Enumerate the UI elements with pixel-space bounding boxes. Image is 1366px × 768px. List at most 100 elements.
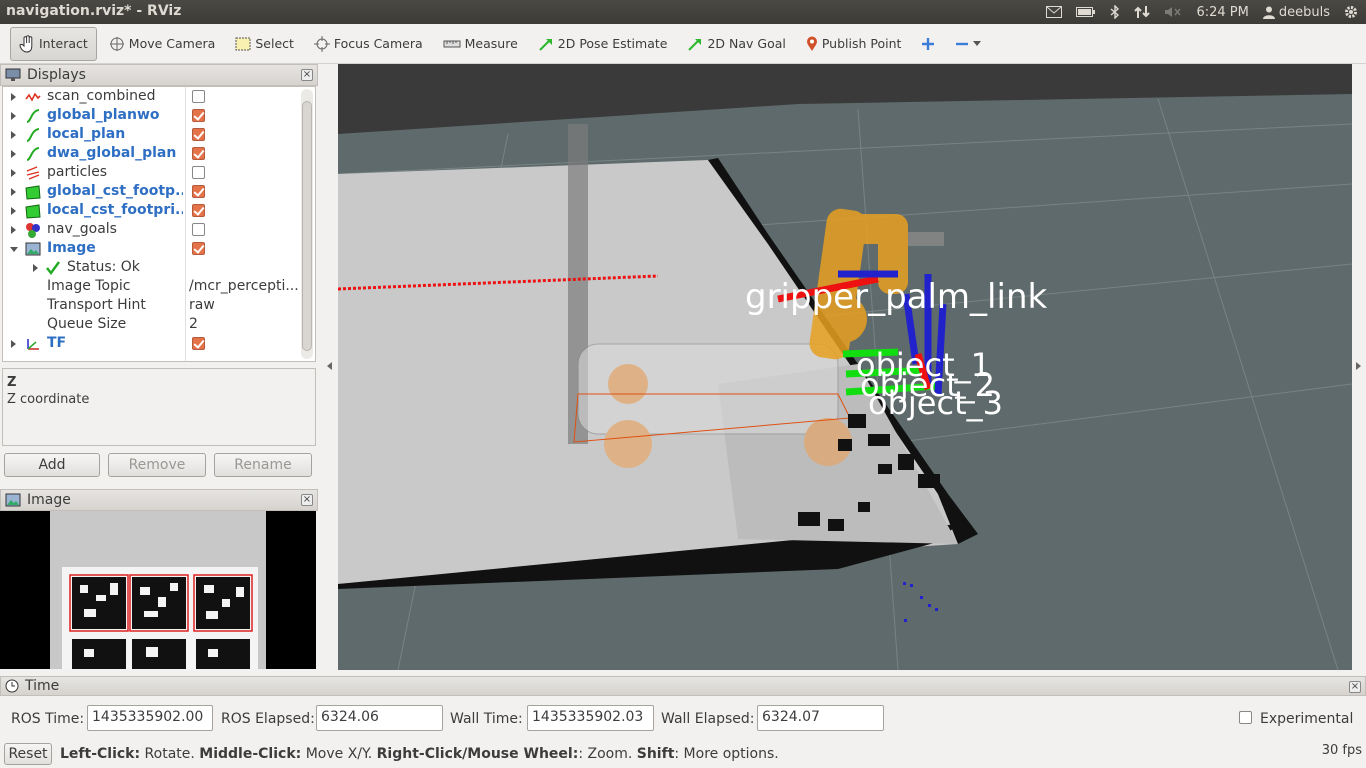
tree-row-tf[interactable]: TF xyxy=(3,334,301,353)
expand-arrow-icon[interactable] xyxy=(33,264,38,272)
tree-row-image-topic[interactable]: Image Topic /mcr_percepti... xyxy=(3,277,301,296)
measure-tool-button[interactable]: Measure xyxy=(435,27,526,61)
select-tool-button[interactable]: Select xyxy=(227,27,302,61)
display-checkbox[interactable] xyxy=(192,242,205,255)
focus-camera-icon xyxy=(313,35,330,52)
expand-arrow-icon[interactable] xyxy=(11,169,16,177)
tree-row-nav-goals[interactable]: nav_goals xyxy=(3,220,301,239)
collapse-arrow-icon[interactable] xyxy=(10,247,18,252)
hint-key: Right-Click/Mouse Wheel: xyxy=(376,746,579,762)
property-value[interactable]: /mcr_percepti... xyxy=(189,277,299,296)
wall-elapsed-field[interactable]: 6324.07 xyxy=(757,705,884,731)
expand-arrow-icon[interactable] xyxy=(11,207,16,215)
battery-icon[interactable] xyxy=(1076,6,1096,18)
expand-arrow-icon[interactable] xyxy=(11,188,16,196)
display-checkbox[interactable] xyxy=(192,204,205,217)
ruler-icon xyxy=(443,40,461,47)
property-value[interactable]: raw xyxy=(189,296,299,315)
publish-point-tool-button[interactable]: Publish Point xyxy=(798,27,910,61)
display-checkbox[interactable] xyxy=(192,185,205,198)
displays-header: Displays × xyxy=(0,64,318,86)
move-camera-tool-button[interactable]: Move Camera xyxy=(101,27,224,61)
tree-row-transport-hint[interactable]: Transport Hint raw xyxy=(3,296,301,315)
expand-arrow-icon[interactable] xyxy=(11,226,16,234)
chevron-down-icon xyxy=(973,40,982,46)
wall-time-field[interactable]: 1435335902.03 xyxy=(527,705,654,731)
tree-row-image[interactable]: Image xyxy=(3,239,301,258)
render-scene: gripper_palm_link object_1 object_2 obje… xyxy=(338,64,1352,670)
bluetooth-icon[interactable] xyxy=(1110,5,1120,19)
display-checkbox[interactable] xyxy=(192,128,205,141)
tree-row-global-planwo[interactable]: global_planwo xyxy=(3,106,301,125)
experimental-checkbox[interactable] xyxy=(1239,711,1252,724)
display-name: TF xyxy=(47,335,67,351)
close-icon[interactable]: × xyxy=(301,69,313,81)
tree-scrollbar[interactable] xyxy=(301,89,313,359)
tree-row-status[interactable]: Status: Ok xyxy=(3,258,301,277)
system-tray: 6:24 PM deebuls xyxy=(1046,0,1358,24)
image-panel: Image × xyxy=(0,489,318,671)
close-icon[interactable]: × xyxy=(301,494,313,506)
rename-button[interactable]: Rename xyxy=(214,453,312,477)
remove-button[interactable]: Remove xyxy=(108,453,206,477)
expand-arrow-icon[interactable] xyxy=(11,93,16,101)
tree-row-scan-combined[interactable]: scan_combined xyxy=(3,87,301,106)
tree-row-local-plan[interactable]: local_plan xyxy=(3,125,301,144)
status-bar: Reset Left-Click: Rotate. Middle-Click: … xyxy=(0,740,1366,768)
interact-tool-button[interactable]: Interact xyxy=(10,26,97,61)
plus-icon xyxy=(922,37,935,50)
expand-arrow-icon[interactable] xyxy=(11,112,16,120)
tf-label-gripper-palm-link: gripper_palm_link xyxy=(745,277,1047,317)
property-value[interactable]: 2 xyxy=(189,315,299,334)
user-menu[interactable]: deebuls xyxy=(1262,4,1330,20)
select-tool-label: Select xyxy=(255,36,294,51)
pose-estimate-tool-button[interactable]: 2D Pose Estimate xyxy=(530,27,676,61)
fps-counter: 30 fps xyxy=(1321,743,1362,758)
display-checkbox[interactable] xyxy=(192,147,205,160)
remove-tool-button[interactable] xyxy=(947,27,989,61)
hint-text: Move X/Y. xyxy=(301,746,377,762)
hint-text: Rotate. xyxy=(140,746,200,762)
clock-text[interactable]: 6:24 PM xyxy=(1196,5,1248,20)
mouse-hint-text: Left-Click: Rotate. Middle-Click: Move X… xyxy=(60,746,779,762)
3d-viewport[interactable]: gripper_palm_link object_1 object_2 obje… xyxy=(338,64,1352,670)
nav-goal-tool-button[interactable]: 2D Nav Goal xyxy=(679,27,793,61)
hint-key: Middle-Click: xyxy=(199,746,302,762)
focus-camera-tool-button[interactable]: Focus Camera xyxy=(306,27,431,61)
laser-scan-icon xyxy=(25,92,41,102)
reset-button[interactable]: Reset xyxy=(4,743,52,765)
display-checkbox[interactable] xyxy=(192,166,205,179)
network-icon[interactable] xyxy=(1134,5,1151,19)
scrollbar-thumb[interactable] xyxy=(302,101,312,351)
mail-icon[interactable] xyxy=(1046,6,1063,18)
tree-row-local-cst-footprint[interactable]: local_cst_footpri... xyxy=(3,201,301,220)
ros-elapsed-field[interactable]: 6324.06 xyxy=(316,705,443,731)
tree-row-global-cst-footprint[interactable]: global_cst_footp... xyxy=(3,182,301,201)
display-checkbox[interactable] xyxy=(192,109,205,122)
user-name: deebuls xyxy=(1278,4,1330,20)
tree-row-queue-size[interactable]: Queue Size 2 xyxy=(3,315,301,334)
volume-muted-icon[interactable] xyxy=(1164,6,1182,18)
display-name: particles xyxy=(47,164,108,180)
display-checkbox[interactable] xyxy=(192,337,205,350)
right-splitter[interactable] xyxy=(1352,64,1366,670)
monitor-icon xyxy=(5,68,21,81)
expand-arrow-icon[interactable] xyxy=(11,340,16,348)
display-checkbox[interactable] xyxy=(192,90,205,103)
camera-image-view[interactable] xyxy=(0,511,316,669)
close-icon[interactable]: × xyxy=(1349,681,1361,693)
image-panel-title: Image xyxy=(27,492,71,508)
add-button[interactable]: Add xyxy=(4,453,100,477)
ros-time-field[interactable]: 1435335902.00 xyxy=(87,705,213,731)
left-splitter[interactable] xyxy=(320,64,338,670)
add-tool-button[interactable] xyxy=(913,27,943,61)
window-title: navigation.rviz* - RViz xyxy=(6,3,182,19)
settings-gear-icon[interactable] xyxy=(1344,5,1358,19)
expand-arrow-icon[interactable] xyxy=(11,131,16,139)
display-checkbox[interactable] xyxy=(192,223,205,236)
user-icon xyxy=(1262,6,1275,19)
expand-arrow-icon[interactable] xyxy=(11,150,16,158)
tree-row-dwa-global-plan[interactable]: dwa_global_plan xyxy=(3,144,301,163)
hint-text: : More options. xyxy=(674,746,779,762)
tree-row-particles[interactable]: particles xyxy=(3,163,301,182)
